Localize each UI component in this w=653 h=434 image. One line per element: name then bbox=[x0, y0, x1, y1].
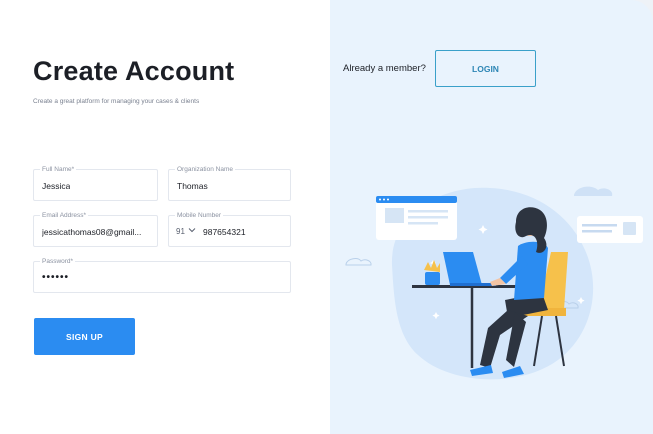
country-code-select[interactable]: 91 bbox=[176, 227, 185, 236]
cloud-right bbox=[574, 186, 613, 196]
login-button[interactable]: LOGIN bbox=[435, 50, 536, 87]
sign-up-button[interactable]: SIGN UP bbox=[34, 318, 135, 355]
password-value: •••••• bbox=[42, 272, 70, 283]
password-field[interactable]: Password* •••••• bbox=[33, 257, 291, 293]
organization-name-label: Organization Name bbox=[175, 165, 235, 174]
page-title: Create Account bbox=[33, 56, 235, 86]
already-member-text: Already a member? bbox=[343, 63, 426, 74]
form-panel: Create Account Create a great platform f… bbox=[0, 0, 330, 434]
email-label: Email Address* bbox=[40, 211, 89, 220]
signup-page: Create Account Create a great platform f… bbox=[0, 0, 653, 434]
email-field[interactable]: Email Address* jessicathomas08@gmail... bbox=[33, 211, 158, 247]
password-label: Password* bbox=[40, 257, 76, 266]
email-value: jessicathomas08@gmail... bbox=[42, 227, 142, 237]
mobile-number-field[interactable]: Mobile Number 91 987654321 bbox=[168, 211, 291, 247]
person-working-on-laptop-illustration bbox=[345, 186, 643, 380]
organization-name-field[interactable]: Organization Name Thomas bbox=[168, 165, 291, 201]
full-name-label: Full Name* bbox=[40, 165, 77, 174]
chevron-down-icon[interactable] bbox=[188, 226, 196, 236]
organization-name-value: Thomas bbox=[177, 181, 208, 191]
full-name-value: Jessica bbox=[42, 181, 71, 191]
full-name-field[interactable]: Full Name* Jessica bbox=[33, 165, 158, 201]
mobile-number-value: 987654321 bbox=[203, 227, 246, 237]
page-subtitle: Create a great platform for managing you… bbox=[33, 98, 200, 105]
cloud-left bbox=[345, 258, 372, 266]
mobile-number-label: Mobile Number bbox=[175, 211, 224, 220]
